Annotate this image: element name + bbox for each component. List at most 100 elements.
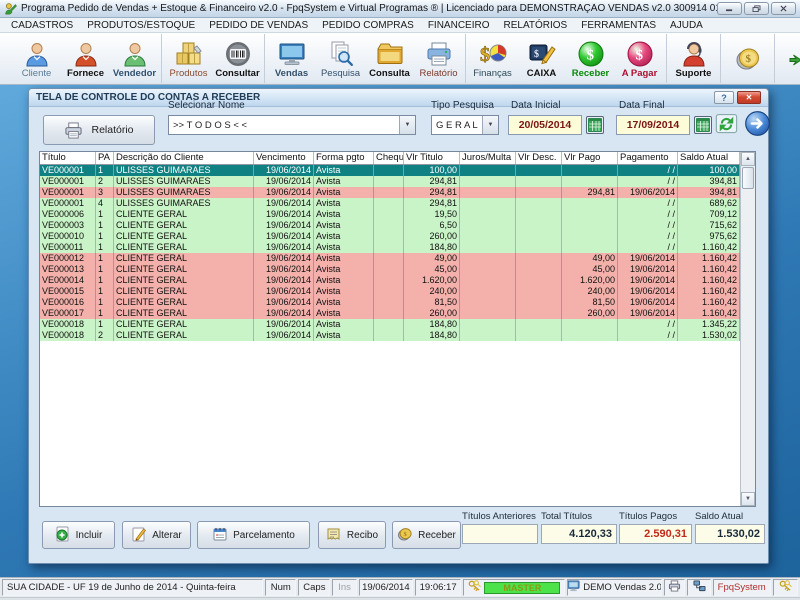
column-header-juros-multa[interactable]: Juros/Multa [460,152,516,164]
vendas-button[interactable]: Vendas [267,34,316,83]
alterar-button[interactable]: Alterar [122,521,191,549]
relatorio-print-button[interactable]: Relatório [43,115,155,145]
consultar-button[interactable]: Consultar [213,34,262,83]
table-row[interactable]: VE0000181CLIENTE GERAL19/06/2014Avista18… [40,319,740,330]
table-cell [460,330,516,341]
table-cell: 45,00 [404,264,460,275]
vendedor-button[interactable]: Vendedor [110,34,159,83]
svg-text:$: $ [534,49,539,60]
caixa-button[interactable]: $CAIXA [517,34,566,83]
menu-item-ajuda[interactable]: AJUDA [663,20,710,31]
table-row[interactable]: VE0000111CLIENTE GERAL19/06/2014Avista18… [40,242,740,253]
column-header-vlr-desc[interactable]: Vlr Desc. [516,152,562,164]
access-level: MASTER [463,579,565,596]
column-header-vlr-pago[interactable]: Vlr Pago [562,152,618,164]
scrollbar-thumb[interactable] [742,167,754,189]
table-cell: 19/06/2014 [618,308,678,319]
menu-item-ferramentas[interactable]: FERRAMENTAS [574,20,663,31]
table-cell: 6,50 [404,220,460,231]
table-cell [460,187,516,198]
minimize-button[interactable] [717,2,742,15]
coin-icon: $ [734,44,762,74]
table-row[interactable]: VE0000171CLIENTE GERAL19/06/2014Avista26… [40,308,740,319]
column-header-forma-pgto[interactable]: Forma pgto [314,152,374,164]
table-row[interactable]: VE0000013ULISSES GUIMARAES19/06/2014Avis… [40,187,740,198]
table-row[interactable]: VE0000131CLIENTE GERAL19/06/2014Avista45… [40,264,740,275]
search-type-label: Tipo Pesquisa [431,100,494,111]
table-row[interactable]: VE0000061CLIENTE GERAL19/06/2014Avista19… [40,209,740,220]
table-row[interactable]: VE0000141CLIENTE GERAL19/06/2014Avista1.… [40,275,740,286]
scroll-down-icon[interactable]: ▼ [741,492,755,506]
scroll-up-icon[interactable]: ▲ [741,152,755,166]
main-toolbar: Cliente ForneceVendedorProdutosConsultarV… [0,33,800,85]
menu-item-cadastros[interactable]: CADASTROS [4,20,80,31]
summary-value: 1.530,02 [695,524,765,544]
table-cell [562,330,618,341]
go-button[interactable] [744,110,771,137]
table-row[interactable]: VE0000031CLIENTE GERAL19/06/2014Avista6,… [40,220,740,231]
table-cell: VE000013 [40,264,96,275]
end-date-calendar-icon[interactable] [694,116,712,134]
menu-item-produtos-estoque[interactable]: PRODUTOS/ESTOQUE [80,20,202,31]
relatorio-button[interactable]: Relatório [414,34,463,83]
start-date-calendar-icon[interactable] [586,116,604,134]
table-cell: 19/06/2014 [254,165,314,176]
column-header-t-tulo[interactable]: Título [40,152,96,164]
fornece-button[interactable]: Fornece [61,34,110,83]
person-blue-icon [23,39,51,69]
table-cell: 19/06/2014 [254,176,314,187]
parcelamento-button[interactable]: Parcelamento [197,521,310,549]
refresh-button[interactable] [713,110,740,137]
select-name-dropdown[interactable]: >> T O D O S < < ▼ [168,115,416,135]
dialog-help-button[interactable]: ? [714,91,734,104]
column-header-cheque[interactable]: Cheque [374,152,404,164]
table-row[interactable]: VE0000182CLIENTE GERAL19/06/2014Avista18… [40,330,740,341]
dialog-close-button[interactable]: ✕ [737,91,761,104]
table-cell: CLIENTE GERAL [114,231,254,242]
column-header-pagamento[interactable]: Pagamento [618,152,678,164]
produtos-button[interactable]: Produtos [164,34,213,83]
column-header-vencimento[interactable]: Vencimento [254,152,314,164]
toolbar-button-label: Cliente [22,69,52,79]
table-cell: 1.160,42 [678,297,740,308]
menu-item-pedido-de-vendas[interactable]: PEDIDO DE VENDAS [202,20,315,31]
table-cell: 81,50 [404,297,460,308]
a-pagar-button[interactable]: $A Pagar [615,34,664,83]
cliente-button[interactable]: Cliente [12,34,61,83]
table-row[interactable]: VE0000012ULISSES GUIMARAES19/06/2014Avis… [40,176,740,187]
menu-item-financeiro[interactable]: FINANCEIRO [421,20,497,31]
table-cell: 19/06/2014 [254,231,314,242]
exit-button[interactable]: EXIT [777,34,800,83]
column-header-descri-o-do-cliente[interactable]: Descrição do Cliente [114,152,254,164]
incluir-button[interactable]: Incluir [42,521,115,549]
table-row[interactable]: VE0000121CLIENTE GERAL19/06/2014Avista49… [40,253,740,264]
end-date-field[interactable]: 17/09/2014 [616,115,690,135]
menu-item-pedido-compras[interactable]: PEDIDO COMPRAS [315,20,421,31]
table-row[interactable]: VE0000014ULISSES GUIMARAES19/06/2014Avis… [40,198,740,209]
table-cell [460,209,516,220]
receber-button[interactable]: $Receber [392,521,461,549]
table-cell: 240,00 [404,286,460,297]
receber-button-toolbar[interactable]: $Receber [566,34,615,83]
table-scrollbar[interactable]: ▲ ▼ [740,152,755,506]
start-date-field[interactable]: 20/05/2014 [508,115,582,135]
table-row[interactable]: VE0000151CLIENTE GERAL19/06/2014Avista24… [40,286,740,297]
column-header-pa[interactable]: PA [96,152,114,164]
search-type-dropdown[interactable]: G E R A L ▼ [431,115,499,135]
financas-button[interactable]: $Finanças [468,34,517,83]
table-cell [460,198,516,209]
table-row[interactable]: VE0000011ULISSES GUIMARAES19/06/2014Avis… [40,165,740,176]
table-row[interactable]: VE0000101CLIENTE GERAL19/06/2014Avista26… [40,231,740,242]
pesquisa-button[interactable]: Pesquisa [316,34,365,83]
coin-button[interactable]: $ [723,34,772,83]
recibo-button[interactable]: Recibo [318,521,386,549]
column-header-saldo-atual[interactable]: Saldo Atual [678,152,740,164]
column-header-vlr-titulo[interactable]: Vlr Titulo [404,152,460,164]
table-cell: VE000014 [40,275,96,286]
table-row[interactable]: VE0000161CLIENTE GERAL19/06/2014Avista81… [40,297,740,308]
restore-button[interactable] [744,2,769,15]
close-button[interactable] [771,2,796,15]
suporte-button[interactable]: Suporte [669,34,718,83]
consulta-button[interactable]: Consulta [365,34,414,83]
menu-item-relat-rios[interactable]: RELATÓRIOS [497,20,575,31]
